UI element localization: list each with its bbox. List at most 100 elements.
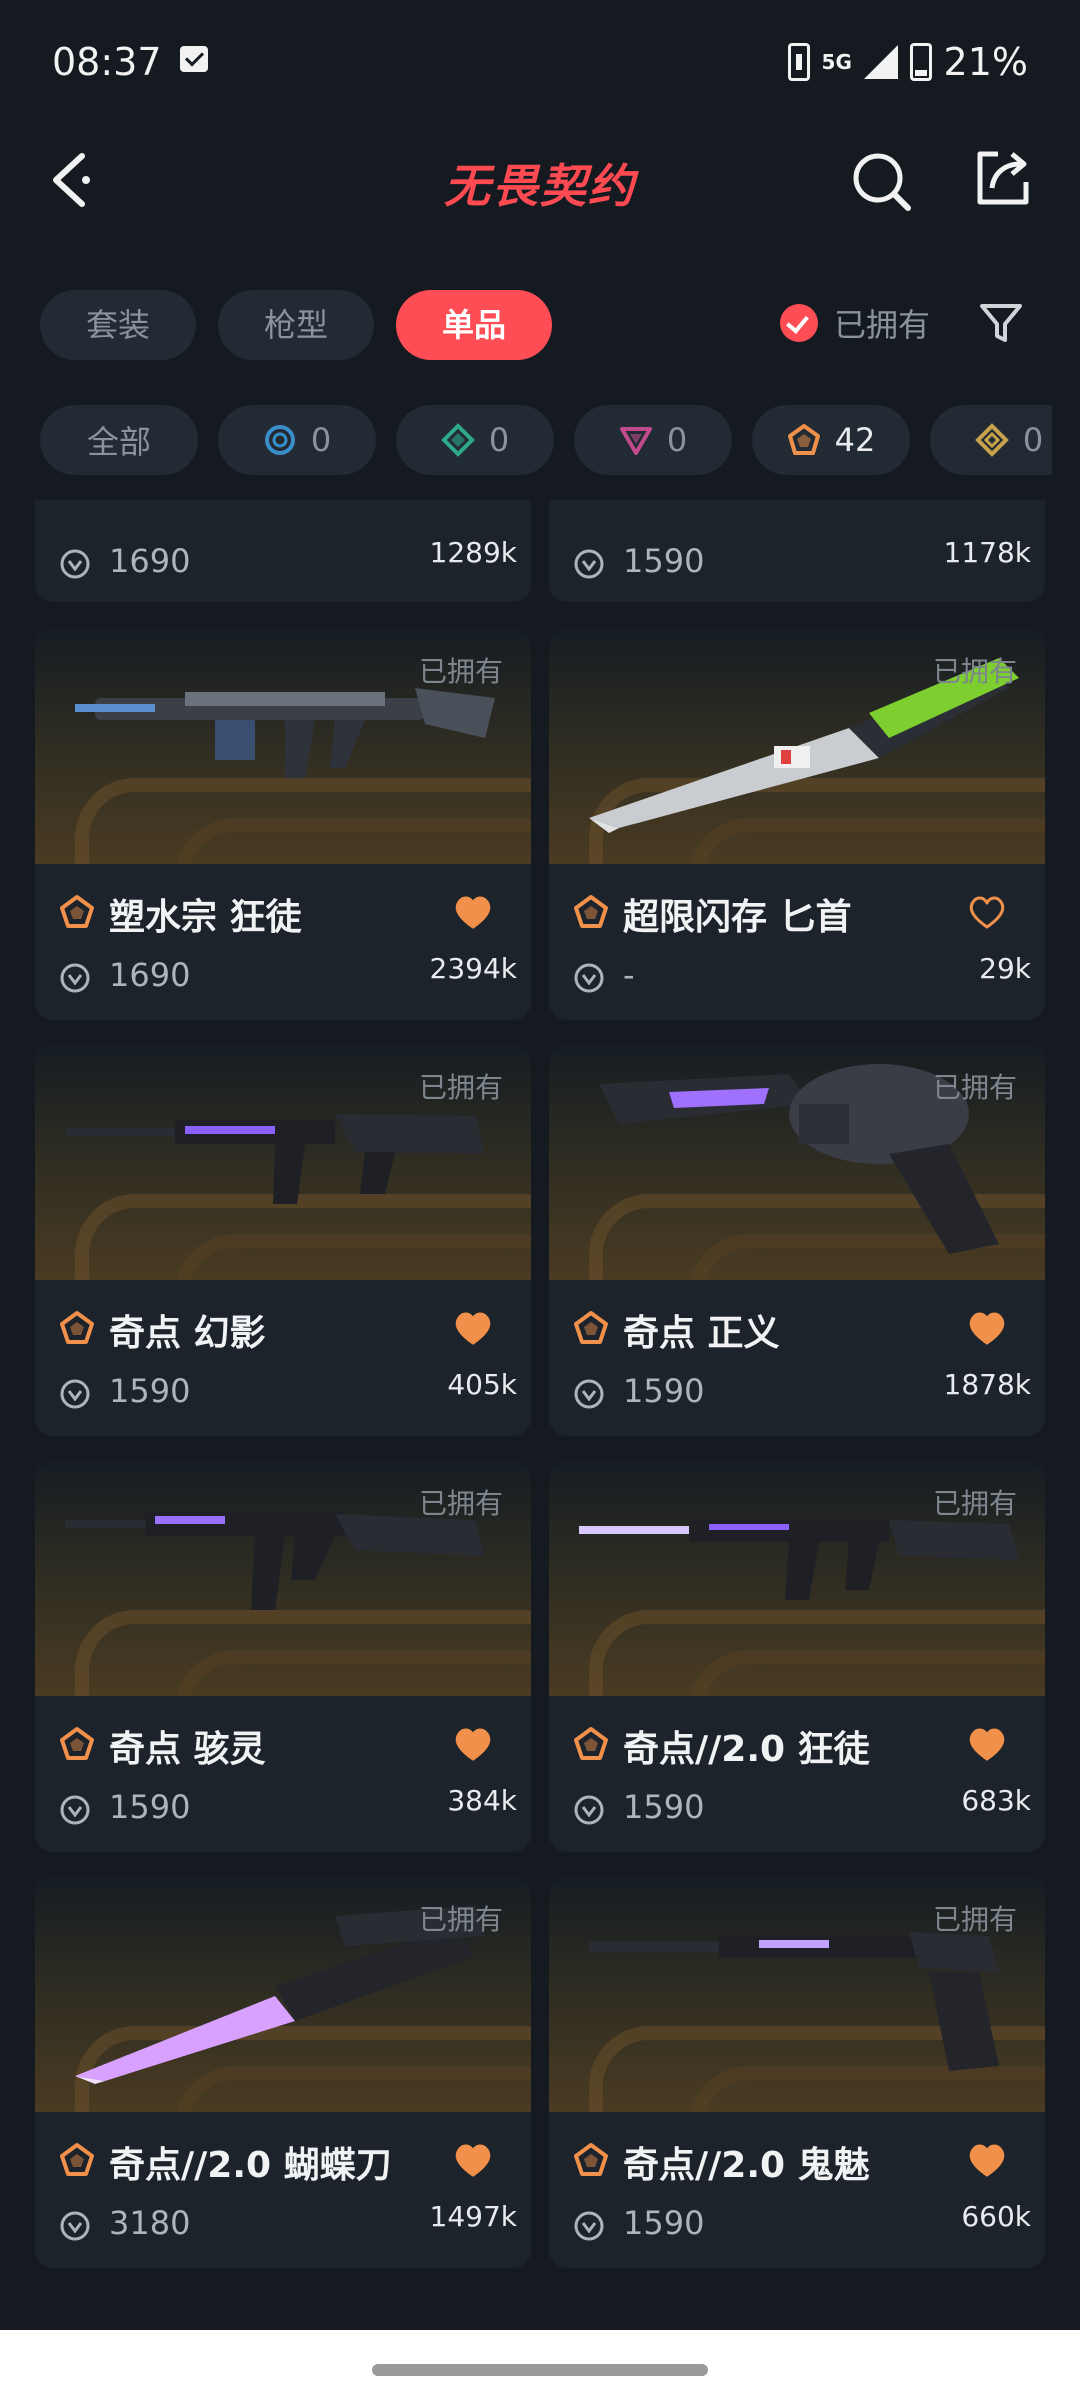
tier-chip-premium[interactable]: 0 [574,405,732,475]
skin-card[interactable]: 已拥有 奇点 幻影 1590 405k [35,1044,531,1436]
skin-price: 1590 [623,2204,705,2242]
skin-grid: 1690 1289k 1590 1178k 已拥有 塑水宗 狂徒 1690 23… [0,500,1080,2330]
heart-icon[interactable] [453,1726,493,1762]
owned-filter-label: 已拥有 [834,306,931,344]
partial-row: 1690 1289k 1590 1178k [35,500,1045,602]
skin-price: 1690 [109,956,191,994]
skin-price: - [623,956,635,994]
skin-thumbnail: 已拥有 [35,1044,531,1280]
skin-price: 1590 [109,1788,191,1826]
skin-card[interactable]: 已拥有 塑水宗 狂徒 1690 2394k [35,628,531,1020]
tier-chip-ultra[interactable]: 0 [930,405,1052,475]
tier-chip-count: 42 [834,421,876,459]
exclusive-tier-icon [60,2143,94,2176]
skin-thumbnail: 已拥有 [35,1876,531,2112]
status-bar: 08:37 5G 21% [0,0,1080,120]
vp-currency-icon [574,963,604,993]
system-navigation-bar [0,2330,1080,2400]
tier-chip-count: 0 [310,421,332,459]
skin-card[interactable]: 已拥有 奇点//2.0 蝴蝶刀 3180 1497k [35,1876,531,2268]
skin-info: 奇点 幻影 1590 405k [35,1280,531,1436]
network-type: 5G [821,50,852,74]
skin-price: 1590 [623,542,705,580]
tier-filter-row: 全部 0 0 0 42 0 [40,405,1052,475]
heart-icon[interactable] [967,2142,1007,2178]
skin-name: 塑水宗 狂徒 [109,897,302,938]
owned-tag: 已拥有 [932,1071,1017,1104]
filter-icon[interactable] [978,300,1024,346]
skin-likes: 1878k [943,1368,1031,1401]
status-time: 08:37 [52,40,162,84]
vp-currency-icon [60,549,90,579]
tab-single-items[interactable]: 单品 [396,290,553,360]
tier-chip-count: 0 [488,421,510,459]
exclusive-tier-icon [60,895,94,928]
mail-notification-icon [180,46,208,72]
skin-thumbnail: 已拥有 [549,1044,1045,1280]
heart-icon[interactable] [453,894,493,930]
skin-card[interactable]: 已拥有 超限闪存 匕首 - 29k [549,628,1045,1020]
exclusive-tier-icon [60,1727,94,1760]
exclusive-tier-icon [574,2143,608,2176]
skin-price: 1590 [109,1372,191,1410]
search-icon[interactable] [850,150,912,212]
exclusive-tier-icon [574,1311,608,1344]
heart-icon[interactable] [453,1310,493,1346]
home-indicator[interactable] [372,2364,708,2376]
tier-chip-deluxe[interactable]: 0 [396,405,554,475]
heart-icon[interactable] [453,2142,493,2178]
tier-chip-all[interactable]: 全部 [40,405,198,475]
skin-info: 奇点//2.0 蝴蝶刀 3180 1497k [35,2112,531,2268]
skin-name: 奇点//2.0 狂徒 [623,1729,870,1770]
skin-card[interactable]: 已拥有 奇点//2.0 鬼魅 1590 660k [549,1876,1045,2268]
skin-price: 1690 [109,542,191,580]
owned-tag: 已拥有 [932,655,1017,688]
share-icon[interactable] [972,146,1034,208]
skin-name: 奇点//2.0 蝴蝶刀 [109,2145,392,2186]
select-tier-icon [264,425,295,455]
heart-icon[interactable] [967,894,1007,930]
skin-info: 奇点//2.0 狂徒 1590 683k [549,1696,1045,1852]
tab-bundles[interactable]: 套装 [40,290,197,360]
battery-level: 21% [943,40,1028,84]
skin-card-partial[interactable]: 1590 1178k [549,500,1045,602]
skin-info: 奇点 正义 1590 1878k [549,1280,1045,1436]
skin-likes: 1289k [429,536,517,569]
skin-thumbnail: 已拥有 [35,628,531,864]
owned-tag: 已拥有 [932,1487,1017,1520]
tier-chip-exclusive[interactable]: 42 [752,405,910,475]
skin-name: 奇点 正义 [623,1313,780,1354]
skin-info: 奇点//2.0 鬼魅 1590 660k [549,2112,1045,2268]
tier-chip-count: 0 [666,421,688,459]
skin-likes: 2394k [429,952,517,985]
tier-chip-label: 全部 [86,423,151,461]
skin-likes: 1497k [429,2200,517,2233]
skin-likes: 1178k [943,536,1031,569]
tier-chip-count: 0 [1022,421,1044,459]
skin-name: 超限闪存 匕首 [623,897,852,938]
skin-card[interactable]: 已拥有 奇点//2.0 狂徒 1590 683k [549,1460,1045,1852]
status-icons: 5G 21% [787,40,1028,84]
skin-likes: 660k [961,2200,1031,2233]
exclusive-tier-icon [787,424,820,455]
skin-thumbnail: 已拥有 [549,1876,1045,2112]
type-tabs: 套装 枪型 单品 [40,290,553,360]
skin-likes: 683k [961,1784,1031,1817]
page-title: 无畏契约 [444,159,636,213]
skin-likes: 29k [979,952,1031,985]
tab-weapon-types[interactable]: 枪型 [218,290,375,360]
owned-tag: 已拥有 [418,1487,503,1520]
skin-name: 奇点//2.0 鬼魅 [623,2145,870,2186]
owned-filter-toggle[interactable]: 已拥有 [780,300,930,346]
owned-tag: 已拥有 [418,1903,503,1936]
ultra-tier-icon [974,423,1009,457]
skin-card-partial[interactable]: 1690 1289k [35,500,531,602]
skin-thumbnail: 已拥有 [549,1460,1045,1696]
skin-card[interactable]: 已拥有 奇点 正义 1590 1878k [549,1044,1045,1436]
heart-icon[interactable] [967,1310,1007,1346]
skin-name: 奇点 幻影 [109,1313,266,1354]
tier-chip-select[interactable]: 0 [218,405,376,475]
skin-card[interactable]: 已拥有 奇点 骇灵 1590 384k [35,1460,531,1852]
heart-icon[interactable] [967,1726,1007,1762]
vp-currency-icon [60,1795,90,1825]
